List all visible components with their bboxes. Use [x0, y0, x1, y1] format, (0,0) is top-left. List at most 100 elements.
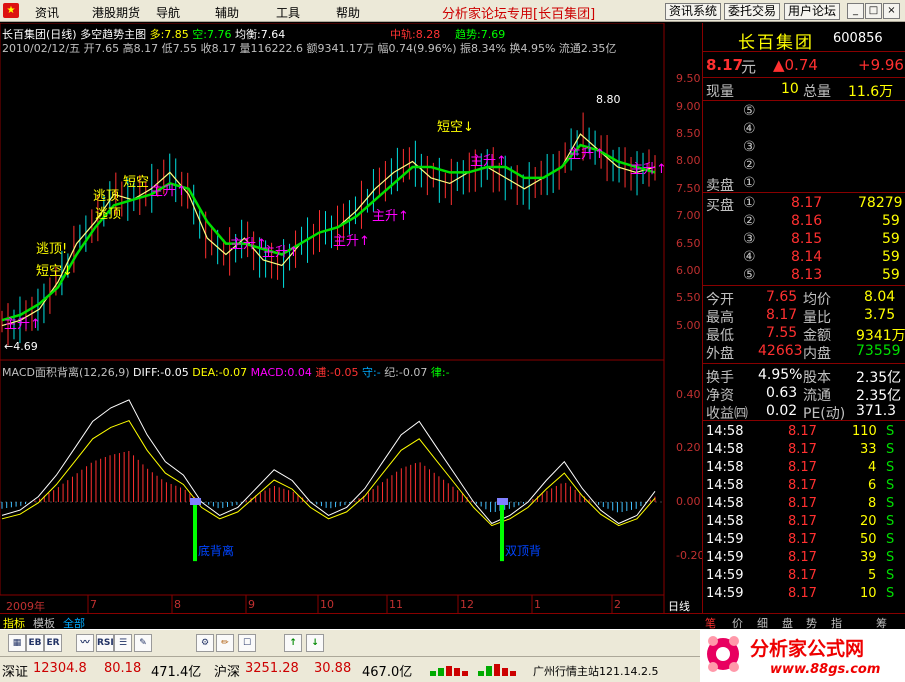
- high-mark: 8.80: [596, 93, 621, 106]
- tb-icon-1[interactable]: ▦: [8, 634, 26, 652]
- annotation-rise-6: 主升↑: [372, 209, 409, 224]
- maximize-button[interactable]: □: [865, 3, 882, 19]
- buy-level-row: ③ 8.15 59: [703, 231, 905, 249]
- date-label: 1: [534, 598, 541, 611]
- period-label[interactable]: 日线: [668, 598, 690, 614]
- stat-value: 4.95%: [758, 367, 803, 383]
- menu-item-help[interactable]: 帮助: [336, 4, 360, 21]
- info-system-button[interactable]: 资讯系统: [665, 3, 722, 20]
- menu-item-navigate[interactable]: 导航: [156, 4, 180, 21]
- tb-icon-11[interactable]: ↑: [284, 634, 302, 652]
- sell-level: ②: [743, 157, 756, 173]
- sell-level-row: ⑤: [703, 103, 905, 121]
- banner-url: www.88gs.com: [770, 662, 881, 677]
- stat-row: 最低 7.55 金额 9341万: [703, 325, 905, 344]
- date-label: 10: [320, 598, 334, 611]
- menu-item-hk-futures[interactable]: 港股期货: [92, 4, 140, 21]
- tb-icon-4[interactable]: 〰: [76, 634, 94, 652]
- stat-label: 净资: [706, 388, 734, 404]
- date-label: 2009年: [6, 600, 45, 613]
- buy-level: ④: [743, 249, 756, 265]
- tick-volume: 4: [868, 460, 877, 475]
- stat-value: 9341万: [856, 328, 905, 344]
- close-button[interactable]: ×: [883, 3, 900, 19]
- tick-side: S: [886, 442, 895, 457]
- price-row: 8.17 元 ▲0.74 +9.96: [703, 56, 905, 76]
- buy-price: 8.16: [791, 213, 823, 229]
- sz-change: 80.18: [104, 661, 142, 676]
- current-volume: 10: [781, 81, 799, 97]
- annotation-rise-7: 主升↑: [470, 154, 507, 169]
- tick-volume: 33: [860, 442, 877, 457]
- stat-label: 均价: [803, 292, 831, 308]
- minimize-button[interactable]: _: [847, 3, 864, 19]
- menu-item-info[interactable]: 资讯: [35, 4, 59, 21]
- low-mark: ←4.69: [4, 340, 38, 353]
- tick-price: 8.17: [788, 478, 817, 493]
- volume-row: 现量 10 总量 11.6万: [706, 81, 894, 100]
- kline-chart[interactable]: [0, 23, 702, 613]
- quote-panel: 长百集团 600856 8.17 元 ▲0.74 +9.96 现量 10 总量 …: [702, 23, 905, 613]
- buy-level-row: ② 8.16 59: [703, 213, 905, 231]
- buy-level: ⑤: [743, 267, 756, 283]
- current-price: 8.17: [706, 56, 744, 74]
- stat-value: 0.02: [766, 403, 798, 419]
- date-label: 11: [389, 598, 403, 611]
- tick-side: S: [886, 460, 895, 475]
- sell-level: ⑤: [743, 103, 756, 119]
- buy-volume: 59: [882, 249, 900, 265]
- macd-tick-label: 0.00: [676, 495, 701, 508]
- tick-row: 14:58 8.17 20 S: [703, 514, 905, 532]
- tb-icon-5[interactable]: RSI: [96, 634, 114, 652]
- macd-label-double-top: 双顶背: [505, 544, 542, 558]
- tick-volume: 39: [860, 550, 877, 565]
- chart-area[interactable]: 长百集团(日线) 多空趋势主图 多:7.85 空:7.76 均衡:7.64 中轨…: [0, 23, 704, 614]
- chart-header-2: 2010/02/12/五 开7.65 高8.17 低7.55 收8.17 量11…: [2, 42, 617, 55]
- stat-value: 0.63: [766, 385, 798, 401]
- tick-row: 14:59 8.17 50 S: [703, 532, 905, 550]
- tb-icon-2[interactable]: EB: [26, 634, 44, 652]
- tick-row: 14:59 8.17 5 S: [703, 568, 905, 586]
- buy-level-row: ⑤ 8.13 59: [703, 267, 905, 285]
- annotation-rise-2: 主升↑: [150, 184, 187, 199]
- sell-level-row: ②: [703, 157, 905, 175]
- tick-row: 14:58 8.17 33 S: [703, 442, 905, 460]
- tb-icon-7[interactable]: ✎: [134, 634, 152, 652]
- tb-icon-8[interactable]: ⚙: [196, 634, 214, 652]
- tb-icon-9[interactable]: ✏: [216, 634, 234, 652]
- buy-price: 8.17: [791, 195, 823, 211]
- stat-value: 73559: [856, 343, 901, 359]
- price-tick-label: 9.00: [676, 99, 701, 113]
- price-change-pct: +9.96: [858, 56, 904, 74]
- tb-icon-6[interactable]: ☰: [114, 634, 132, 652]
- price-tick-label: 6.50: [676, 236, 701, 250]
- menu-item-tools[interactable]: 工具: [276, 4, 300, 21]
- trade-button[interactable]: 委托交易: [724, 3, 781, 20]
- ad-banner[interactable]: 分析家公式网 www.88gs.com: [700, 629, 905, 682]
- date-label: 12: [460, 598, 474, 611]
- tick-row: 14:59 8.17 10 S: [703, 586, 905, 604]
- tick-price: 8.17: [788, 442, 817, 457]
- annotation-rise-8: 主升↑: [568, 147, 605, 162]
- forum-button[interactable]: 用户论坛: [784, 3, 841, 20]
- buy-level: ②: [743, 213, 756, 229]
- price-tick-label: 7.50: [676, 181, 701, 195]
- tick-side: S: [886, 532, 895, 547]
- tick-price: 8.17: [788, 496, 817, 511]
- stat-row: 外盘 42663 内盘 73559: [703, 343, 905, 362]
- tb-icon-3[interactable]: ER: [44, 634, 62, 652]
- price-tick-label: 7.00: [676, 209, 701, 223]
- divergence-box: [190, 498, 201, 505]
- stat-value: 42663: [758, 343, 803, 359]
- banner-title: 分析家公式网: [750, 638, 865, 660]
- tick-row: 14:58 8.17 4 S: [703, 460, 905, 478]
- annotation-escape-top: 逃顶!: [36, 242, 68, 257]
- sh-index: 3251.28: [245, 661, 299, 676]
- tick-price: 8.17: [788, 586, 817, 601]
- tb-icon-12[interactable]: ↓: [306, 634, 324, 652]
- tick-volume: 8: [868, 496, 877, 511]
- menu-item-assist[interactable]: 辅助: [215, 4, 239, 21]
- dea-line: [1, 419, 656, 527]
- tb-icon-10[interactable]: ☐: [238, 634, 256, 652]
- tick-side: S: [886, 514, 895, 529]
